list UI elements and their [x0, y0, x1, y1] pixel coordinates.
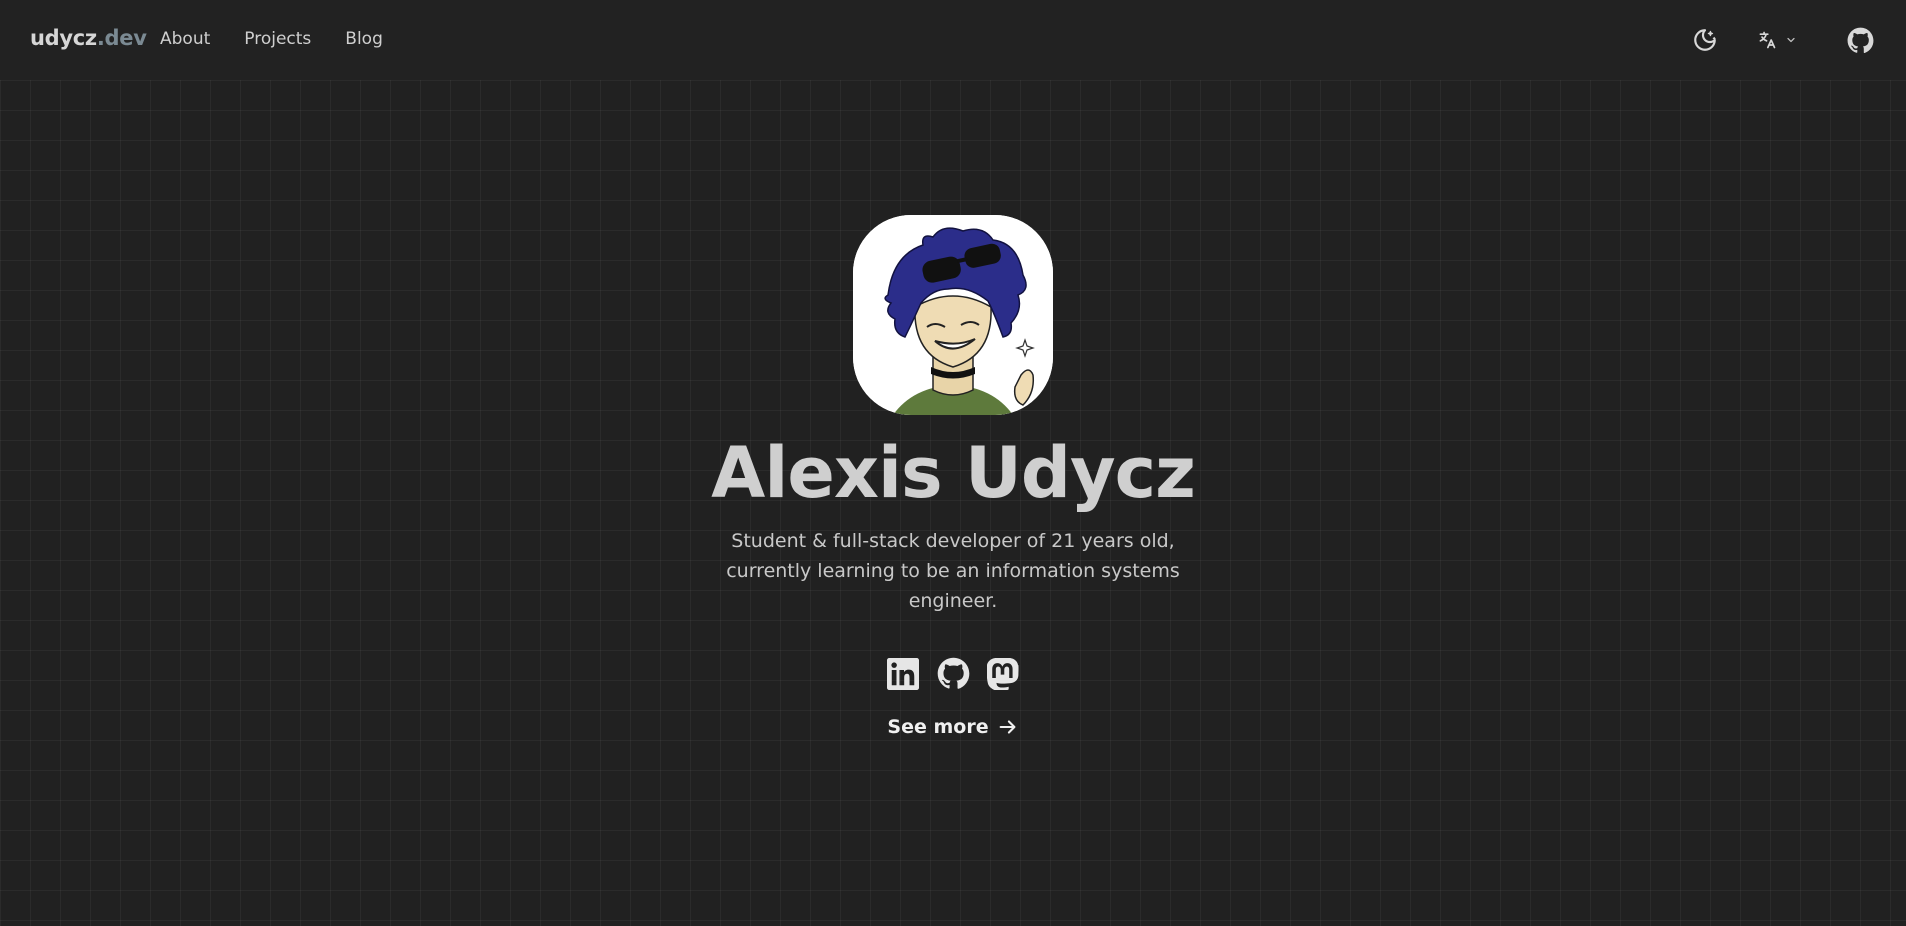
top-navbar: udycz.dev About Projects Blog [0, 0, 1906, 80]
see-more-label: See more [887, 716, 989, 738]
mastodon-icon [987, 657, 1019, 690]
moon-stars-icon [1694, 29, 1716, 51]
nav-projects[interactable]: Projects [244, 29, 311, 49]
translate-icon [1759, 31, 1776, 49]
mastodon-link[interactable] [987, 657, 1020, 690]
github-icon [937, 657, 969, 689]
avatar [853, 215, 1053, 415]
page: udycz.dev About Projects Blog Alexis Udy… [0, 0, 1906, 926]
nav-blog[interactable]: Blog [345, 29, 383, 49]
theme-toggle-button[interactable] [1689, 24, 1721, 56]
nav-about[interactable]: About [160, 29, 210, 49]
main-nav: About Projects Blog [160, 29, 417, 49]
github-icon [1847, 27, 1873, 53]
linkedin-link[interactable] [887, 657, 920, 690]
site-logo[interactable]: udycz.dev [30, 26, 147, 50]
github-header-button[interactable] [1844, 24, 1876, 56]
github-social-link[interactable] [937, 657, 970, 690]
hero-section: Alexis Udycz Student & full-stack develo… [0, 215, 1906, 738]
avatar-illustration [853, 215, 1053, 415]
logo-suffix: .dev [96, 26, 147, 50]
social-links [887, 657, 1020, 690]
arrow-right-icon [999, 720, 1016, 734]
hero-name: Alexis Udycz [711, 432, 1196, 514]
chevron-down-icon [1787, 37, 1795, 43]
logo-main: udycz [30, 26, 97, 50]
language-selector[interactable] [1757, 24, 1805, 56]
see-more-link[interactable]: See more [887, 716, 1018, 738]
linkedin-icon [887, 657, 919, 690]
hero-tagline: Student & full-stack developer of 21 yea… [726, 530, 1180, 612]
